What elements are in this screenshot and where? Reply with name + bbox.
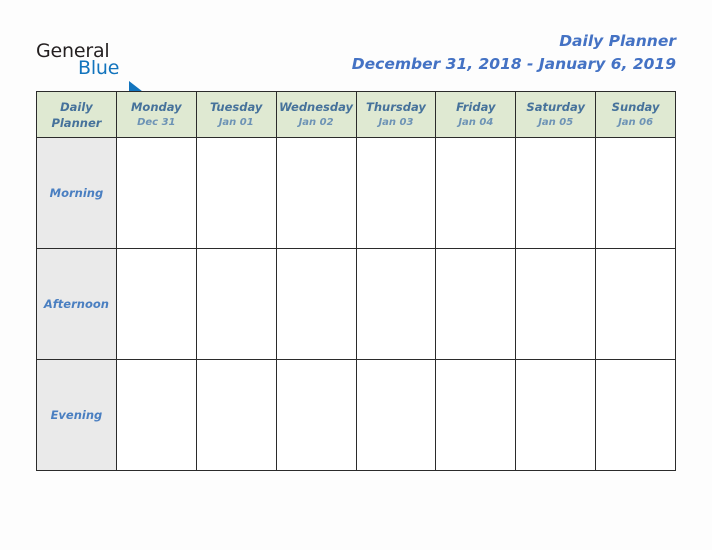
slot-evening-thursday[interactable] [355, 359, 437, 471]
day-header-tuesday: Tuesday Jan 01 [195, 91, 277, 138]
page-header: General Blue Daily Planner December 31, … [0, 0, 712, 102]
day-header-wednesday: Wednesday Jan 02 [275, 91, 357, 138]
slot-evening-tuesday[interactable] [195, 359, 277, 471]
day-header-sunday: Sunday Jan 06 [595, 91, 676, 138]
slot-afternoon-sunday[interactable] [595, 248, 676, 360]
slot-morning-wednesday[interactable] [275, 137, 357, 249]
day-name: Thursday [366, 100, 426, 114]
slot-morning-friday[interactable] [435, 137, 517, 249]
row-label-evening: Evening [36, 359, 117, 471]
slot-evening-wednesday[interactable] [275, 359, 357, 471]
slot-afternoon-thursday[interactable] [355, 248, 437, 360]
day-name: Monday [130, 100, 182, 114]
slot-afternoon-monday[interactable] [115, 248, 197, 360]
slot-evening-sunday[interactable] [595, 359, 676, 471]
slot-morning-saturday[interactable] [515, 137, 597, 249]
corner-label-line1: Daily [60, 99, 93, 114]
slot-morning-tuesday[interactable] [195, 137, 277, 249]
day-name: Wednesday [279, 100, 354, 114]
row-label-morning: Morning [36, 137, 117, 249]
logo-text-blue: Blue [78, 57, 120, 79]
slot-morning-monday[interactable] [115, 137, 197, 249]
slot-afternoon-friday[interactable] [435, 248, 517, 360]
date-range: December 31, 2018 - January 6, 2019 [351, 55, 676, 73]
slot-afternoon-wednesday[interactable] [275, 248, 357, 360]
row-label-text: Evening [50, 408, 103, 422]
title-block: Daily Planner December 31, 2018 - Januar… [352, 30, 676, 76]
table-row-evening: Evening [36, 359, 676, 471]
slot-afternoon-saturday[interactable] [515, 248, 597, 360]
day-name: Tuesday [210, 100, 263, 114]
row-label-afternoon: Afternoon [36, 248, 117, 360]
planner-grid: Daily Planner Monday Dec 31 Tuesday Jan … [36, 91, 676, 471]
row-label-text: Morning [49, 186, 104, 200]
day-name: Friday [456, 100, 496, 114]
day-date: Jan 04 [458, 117, 494, 128]
day-date: Jan 05 [538, 117, 574, 128]
table-row-afternoon: Afternoon [36, 248, 676, 360]
day-header-saturday: Saturday Jan 05 [515, 91, 597, 138]
day-name: Sunday [611, 100, 660, 114]
slot-morning-thursday[interactable] [355, 137, 437, 249]
day-name: Saturday [526, 100, 585, 114]
day-date: Jan 02 [298, 117, 334, 128]
day-date: Jan 01 [218, 117, 254, 128]
slot-evening-friday[interactable] [435, 359, 517, 471]
day-date: Jan 03 [378, 117, 414, 128]
page-title: Daily Planner [559, 32, 676, 50]
corner-label-line2: Planner [51, 115, 102, 130]
daily-planner-page: General Blue Daily Planner December 31, … [0, 0, 712, 550]
slot-morning-sunday[interactable] [595, 137, 676, 249]
corner-header-cell: Daily Planner [36, 91, 117, 138]
table-row-morning: Morning [36, 137, 676, 249]
day-date: Dec 31 [137, 117, 176, 128]
day-header-friday: Friday Jan 04 [435, 91, 517, 138]
day-header-monday: Monday Dec 31 [115, 91, 197, 138]
day-header-thursday: Thursday Jan 03 [355, 91, 437, 138]
general-blue-logo[interactable]: General Blue [36, 40, 216, 102]
row-label-text: Afternoon [43, 297, 109, 311]
slot-evening-monday[interactable] [115, 359, 197, 471]
day-date: Jan 06 [618, 117, 654, 128]
table-header-row: Daily Planner Monday Dec 31 Tuesday Jan … [36, 91, 676, 138]
slot-evening-saturday[interactable] [515, 359, 597, 471]
slot-afternoon-tuesday[interactable] [195, 248, 277, 360]
